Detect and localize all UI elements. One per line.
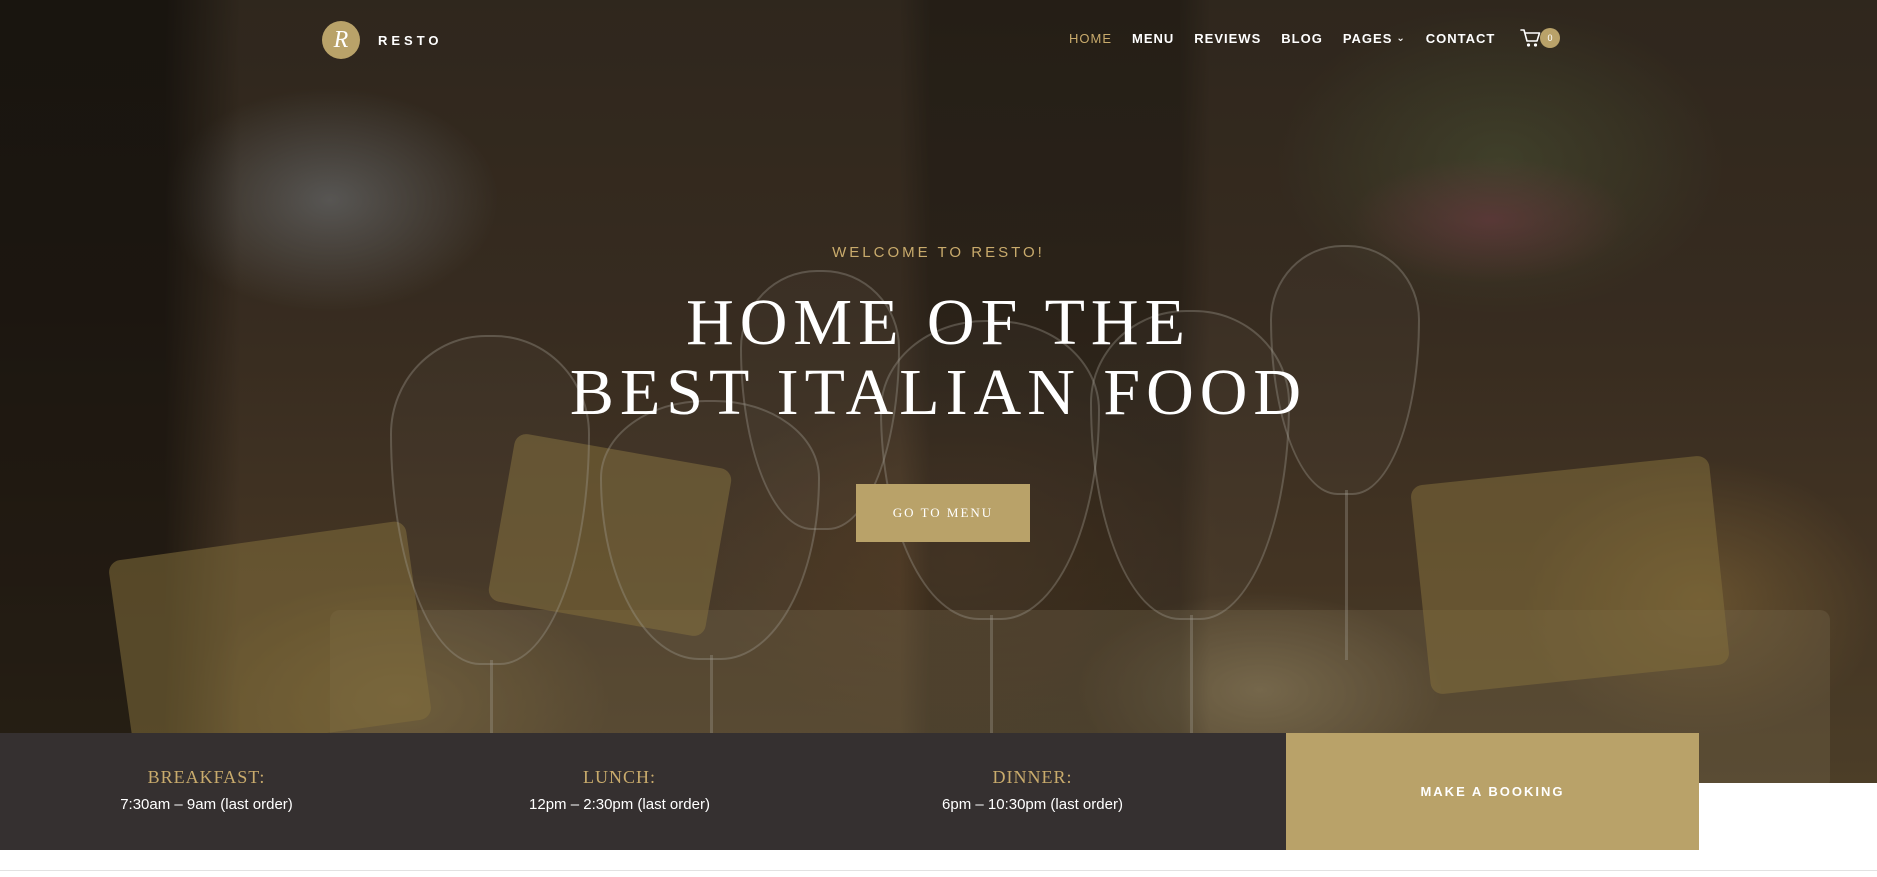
wine-glass-decoration xyxy=(600,400,820,660)
opening-hours-bar: BREAKFAST: 7:30am – 9am (last order) LUN… xyxy=(0,733,1286,850)
hero-headline-line-1: HOME OF THE xyxy=(686,286,1191,359)
napkin-decoration xyxy=(1409,454,1731,696)
hours-lunch: LUNCH: 12pm – 2:30pm (last order) xyxy=(413,733,826,850)
hero-headline: HOME OF THE BEST ITALIAN FOOD xyxy=(0,288,1877,428)
hours-label: DINNER: xyxy=(992,767,1073,787)
top-navigation: R RESTO HOME MENU REVIEWS BLOG PAGES ⌄ C… xyxy=(0,0,1877,80)
cart-button[interactable]: 0 xyxy=(1520,28,1560,48)
hours-dinner: DINNER: 6pm – 10:30pm (last order) xyxy=(826,733,1239,850)
nav-item-pages[interactable]: PAGES ⌄ xyxy=(1343,31,1406,46)
hours-label: BREAKFAST: xyxy=(147,767,266,787)
glass-stem-decoration xyxy=(1190,615,1193,735)
nav-item-home[interactable]: HOME xyxy=(1069,31,1112,46)
go-to-menu-button[interactable]: GO TO MENU xyxy=(856,484,1030,542)
glass-stem-decoration xyxy=(990,615,993,735)
nav-item-reviews[interactable]: REVIEWS xyxy=(1194,31,1261,46)
hours-label: LUNCH: xyxy=(583,767,656,787)
shopping-cart-icon xyxy=(1520,29,1541,47)
hours-time: 7:30am – 9am (last order) xyxy=(120,796,293,813)
page: R RESTO HOME MENU REVIEWS BLOG PAGES ⌄ C… xyxy=(0,0,1877,877)
make-a-booking-button[interactable]: MAKE A BOOKING xyxy=(1286,733,1699,850)
divider xyxy=(0,870,1877,871)
logo-badge: R xyxy=(322,21,360,59)
hero-headline-line-2: BEST ITALIAN FOOD xyxy=(569,356,1308,429)
nav-item-blog[interactable]: BLOG xyxy=(1281,31,1323,46)
nav-item-pages-label: PAGES xyxy=(1342,31,1393,46)
hours-time: 6pm – 10:30pm (last order) xyxy=(942,796,1123,813)
hero-kicker: WELCOME TO RESTO! xyxy=(832,244,1045,261)
napkin-decoration xyxy=(107,520,433,760)
logo-text: RESTO xyxy=(378,32,443,48)
napkin-decoration xyxy=(486,432,734,638)
glass-stem-decoration xyxy=(710,655,713,740)
glass-stem-decoration xyxy=(1345,490,1348,660)
cart-count-badge: 0 xyxy=(1540,28,1560,48)
chevron-down-icon: ⌄ xyxy=(1396,33,1406,44)
hours-breakfast: BREAKFAST: 7:30am – 9am (last order) xyxy=(0,733,413,850)
glass-stem-decoration xyxy=(490,660,493,740)
logo[interactable]: R RESTO xyxy=(322,21,443,59)
nav-item-contact[interactable]: CONTACT xyxy=(1426,31,1496,46)
main-menu: HOME MENU REVIEWS BLOG PAGES ⌄ CONTACT xyxy=(1069,31,1515,46)
hours-time: 12pm – 2:30pm (last order) xyxy=(529,796,710,813)
nav-item-menu[interactable]: MENU xyxy=(1132,31,1174,46)
